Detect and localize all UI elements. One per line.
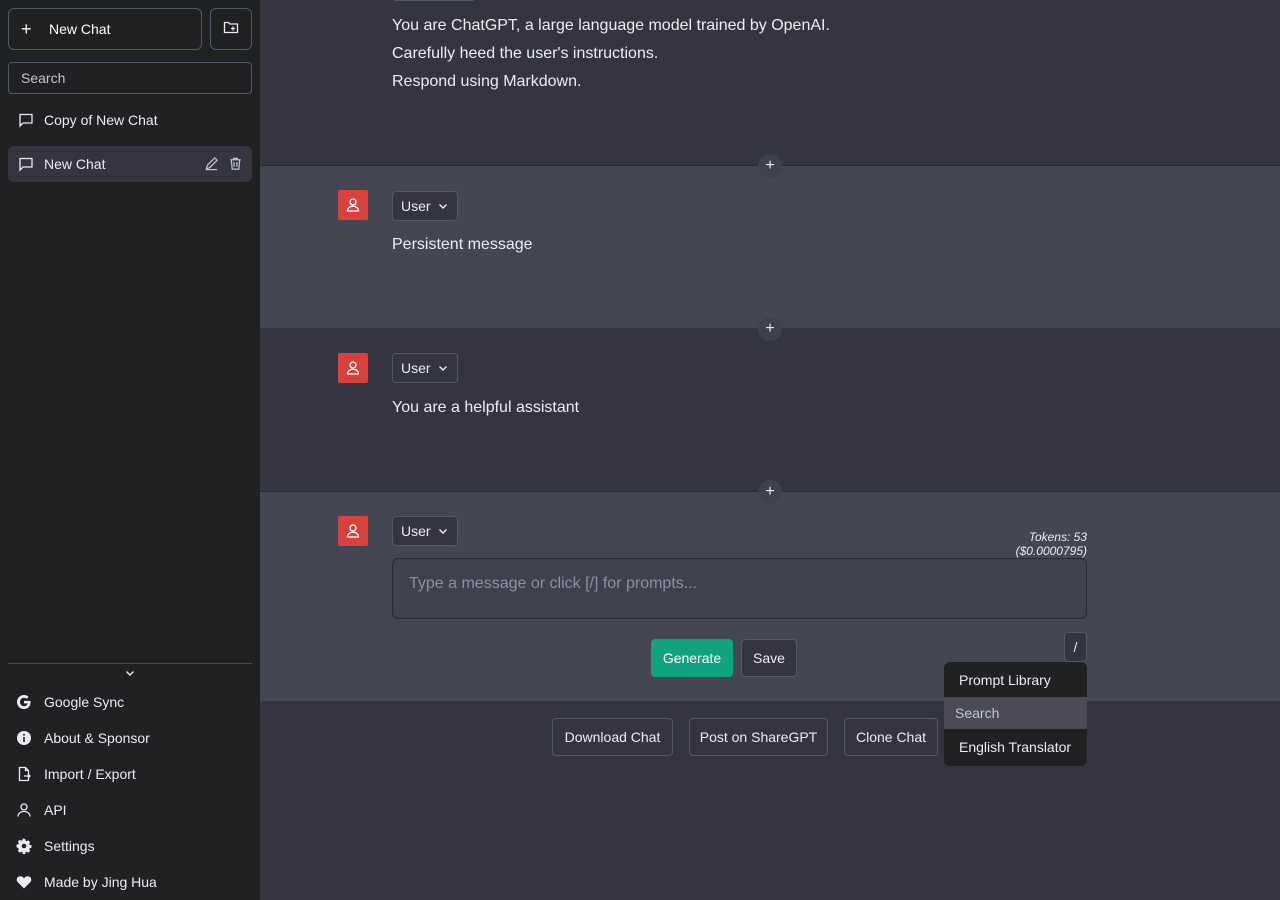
user-avatar xyxy=(338,190,368,220)
chat-bubble-icon xyxy=(18,156,34,172)
chat-item-label: Copy of New Chat xyxy=(44,112,158,128)
new-folder-button[interactable] xyxy=(210,8,252,50)
collapse-chevron-icon[interactable] xyxy=(122,667,138,681)
download-chat-button[interactable]: Download Chat xyxy=(552,718,673,756)
chevron-down-icon xyxy=(437,200,449,212)
post-sharegpt-button[interactable]: Post on ShareGPT xyxy=(689,718,828,756)
plus-icon: + xyxy=(765,320,775,337)
menu-label: Import / Export xyxy=(44,766,136,782)
role-label: User xyxy=(401,360,431,376)
sidebar-divider xyxy=(8,663,252,664)
message-input[interactable] xyxy=(392,558,1087,619)
role-select[interactable]: User xyxy=(392,353,458,383)
user-avatar xyxy=(338,353,368,383)
add-message-button[interactable]: + xyxy=(758,480,782,504)
chevron-down-icon xyxy=(437,525,449,537)
menu-api[interactable]: API xyxy=(16,795,252,825)
person-icon xyxy=(16,802,32,818)
chat-item-label: New Chat xyxy=(44,156,106,172)
chat-item-new-chat[interactable]: New Chat xyxy=(8,146,252,182)
prompt-item[interactable]: English Translator xyxy=(944,729,1087,765)
message-content: Persistent message xyxy=(392,236,533,253)
menu-label: API xyxy=(44,802,67,818)
role-label: User xyxy=(401,523,431,539)
plus-icon: + xyxy=(765,483,775,500)
prompt-search-input[interactable] xyxy=(944,697,1087,729)
plus-icon: + xyxy=(765,157,775,174)
chat-bubble-icon xyxy=(18,112,34,128)
sidebar-search-input[interactable] xyxy=(8,62,252,94)
sidebar: + New Chat Copy of New Chat New Chat xyxy=(0,0,260,900)
info-icon xyxy=(16,730,32,746)
role-label: User xyxy=(401,198,431,214)
message-user: User You are a helpful assistant xyxy=(260,328,1280,492)
plus-icon: + xyxy=(21,19,32,39)
token-count: Tokens: 53 ($0.0000795) xyxy=(1015,530,1087,558)
generate-button[interactable]: Generate xyxy=(651,639,733,677)
save-button[interactable]: Save xyxy=(741,639,797,677)
menu-label: Settings xyxy=(44,838,95,854)
add-message-button[interactable]: + xyxy=(758,154,782,178)
message-system: You are ChatGPT, a large language model … xyxy=(260,0,1280,166)
menu-made-by[interactable]: Made by Jing Hua xyxy=(16,867,252,897)
prompt-slash-button[interactable]: / xyxy=(1064,632,1087,662)
prompt-library-title: Prompt Library xyxy=(959,671,1051,688)
person-icon xyxy=(346,524,360,538)
person-icon xyxy=(346,361,360,375)
add-message-button[interactable]: + xyxy=(758,317,782,341)
message-content: You are ChatGPT, a large language model … xyxy=(392,12,830,96)
chat-main: You are ChatGPT, a large language model … xyxy=(260,0,1280,900)
google-icon xyxy=(16,694,32,710)
message-line: You are ChatGPT, a large language model … xyxy=(392,17,830,34)
person-icon xyxy=(346,198,360,212)
edit-pencil-icon[interactable] xyxy=(204,156,220,172)
message-content: You are a helpful assistant xyxy=(392,399,580,416)
folder-plus-icon xyxy=(223,19,239,40)
new-chat-button[interactable]: + New Chat xyxy=(8,8,202,50)
clone-chat-button[interactable]: Clone Chat xyxy=(844,718,938,756)
trash-icon[interactable] xyxy=(228,156,244,172)
role-select[interactable] xyxy=(392,0,476,1)
new-chat-label: New Chat xyxy=(49,21,111,37)
menu-import-export[interactable]: Import / Export xyxy=(16,759,252,789)
menu-settings[interactable]: Settings xyxy=(16,831,252,861)
menu-label: About & Sponsor xyxy=(44,730,150,746)
message-user: User Persistent message xyxy=(260,166,1280,328)
gear-icon xyxy=(16,838,32,854)
file-export-icon xyxy=(16,766,32,782)
menu-label: Google Sync xyxy=(44,694,125,710)
prompt-library-dropdown: Prompt Library English Translator xyxy=(944,662,1087,766)
role-select[interactable]: User xyxy=(392,516,458,546)
message-line: Respond using Markdown. xyxy=(392,73,582,90)
chevron-down-icon xyxy=(437,362,449,374)
user-avatar xyxy=(338,516,368,546)
menu-google-sync[interactable]: Google Sync xyxy=(16,687,252,717)
role-select[interactable]: User xyxy=(392,191,458,221)
chat-item-copy-of-new-chat[interactable]: Copy of New Chat xyxy=(8,102,252,138)
menu-label: Made by Jing Hua xyxy=(44,874,157,890)
menu-about-sponsor[interactable]: About & Sponsor xyxy=(16,723,252,753)
message-line: Carefully heed the user's instructions. xyxy=(392,45,659,62)
heart-icon xyxy=(16,874,32,890)
